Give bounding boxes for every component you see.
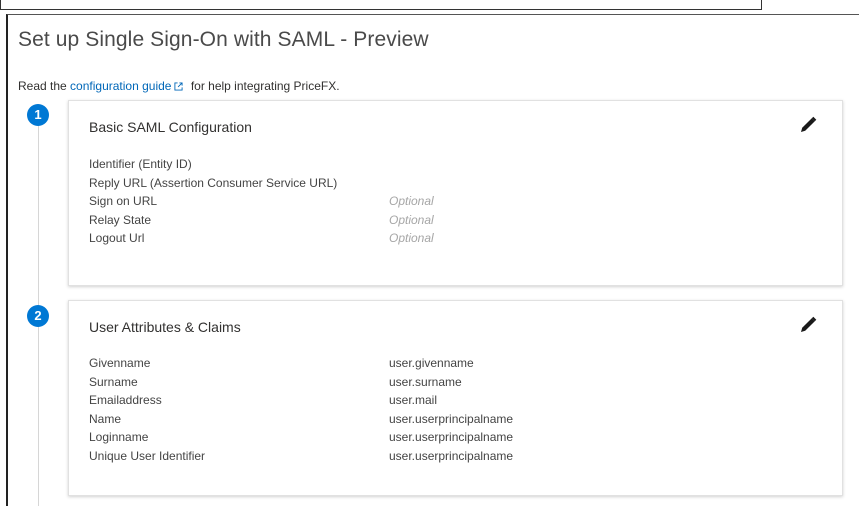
card-title: User Attributes & Claims [89, 319, 241, 335]
pencil-icon [801, 116, 817, 132]
step-number-2: 2 [27, 305, 49, 327]
page-title: Set up Single Sign-On with SAML - Previe… [18, 28, 429, 51]
claim-value: user.userprincipalname [389, 430, 514, 444]
intro-text: Read the configuration guide for help in… [18, 79, 340, 94]
config-label: Reply URL (Assertion Consumer Service UR… [89, 175, 338, 190]
card-title: Basic SAML Configuration [89, 119, 252, 135]
config-label: Relay State [89, 212, 152, 227]
claim-label: Unique User Identifier [89, 448, 206, 463]
basic-saml-configuration-card: Basic SAML Configuration Identifier (Ent… [68, 100, 843, 286]
config-label: Logout Url [89, 231, 145, 245]
intro-suffix: for help integrating PriceFX. [190, 79, 340, 93]
claim-label: Surname [89, 374, 138, 389]
config-value-optional: Optional [389, 231, 434, 245]
claim-value: user.surname [389, 374, 462, 389]
config-value-optional: Optional [389, 194, 434, 208]
edit-user-attributes-button[interactable] [798, 315, 818, 335]
top-window-strip [0, 0, 762, 10]
claim-label: Givenname [89, 356, 151, 370]
claim-value: user.givenname [389, 356, 474, 370]
step-number-1: 1 [27, 104, 49, 126]
external-link-icon[interactable] [174, 80, 184, 94]
claim-value: user.mail [389, 393, 438, 407]
config-label: Sign on URL [89, 194, 158, 208]
config-label: Identifier (Entity ID) [89, 157, 192, 171]
intro-prefix: Read the [18, 79, 67, 93]
user-attributes-claims-card: User Attributes & Claims Givenname user.… [68, 300, 843, 496]
claim-value: user.userprincipalname [389, 448, 514, 463]
claim-label: Loginname [89, 430, 149, 444]
configuration-guide-link[interactable]: configuration guide [70, 79, 171, 93]
edit-basic-saml-button[interactable] [798, 115, 818, 135]
pencil-icon [801, 316, 817, 332]
config-value-optional: Optional [389, 212, 434, 227]
claim-label: Name [89, 411, 122, 426]
claim-value: user.userprincipalname [389, 411, 514, 426]
claim-label: Emailaddress [89, 393, 162, 407]
